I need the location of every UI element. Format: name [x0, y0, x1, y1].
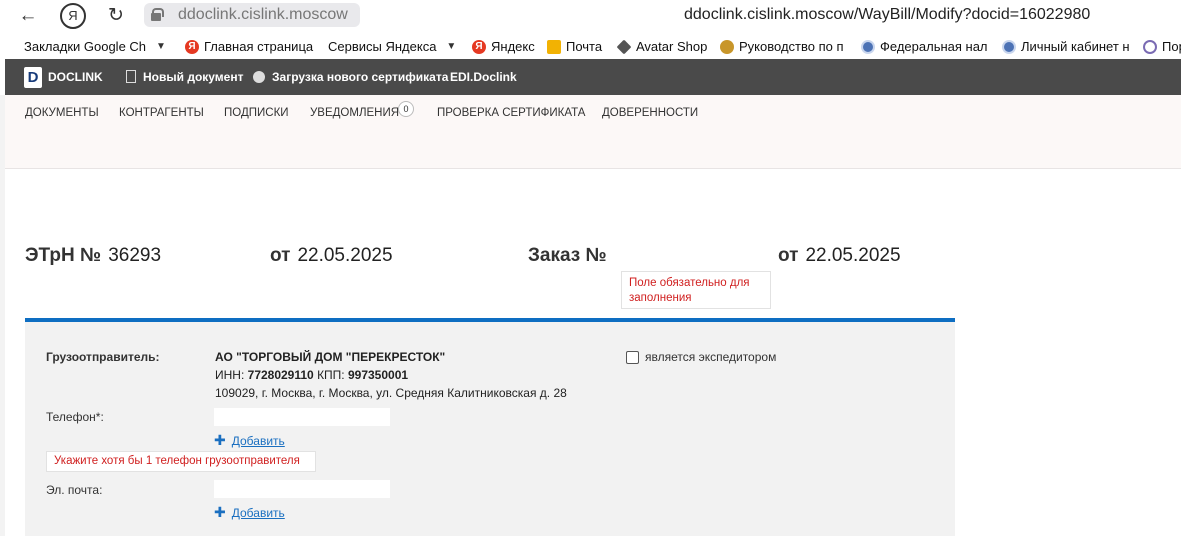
order-date[interactable]: 22.05.2025	[805, 245, 900, 266]
bookmark-main-page[interactable]: Я Главная страница	[185, 39, 313, 54]
phone-input[interactable]	[214, 408, 390, 426]
order-title: Заказ №	[528, 245, 614, 267]
order-required-error: Поле обязательно для заполнения	[621, 271, 771, 309]
kpp-label: КПП:	[317, 368, 345, 382]
brand-link[interactable]: DOCLINK	[48, 70, 103, 84]
bookmark-label: Руководство по п	[739, 39, 844, 54]
shipper-ids: ИНН: 7728029110 КПП: 997350001	[215, 368, 408, 382]
bookmark-label: Сервисы Яндекса	[328, 39, 437, 54]
kpp-value: 997350001	[347, 368, 409, 382]
bookmark-avatar-shop[interactable]: Avatar Shop	[616, 39, 708, 54]
bookmark-mail[interactable]: Почта	[547, 39, 602, 54]
order-from-label: от	[778, 245, 799, 266]
shipper-address: 109029, г. Москва, г. Москва, ул. Средня…	[215, 386, 567, 400]
email-input[interactable]	[214, 480, 390, 498]
bookmark-label: Личный кабинет н	[1021, 39, 1130, 54]
chevron-down-icon: ▼	[156, 41, 166, 52]
nav-subscriptions[interactable]: ПОДПИСКИ	[224, 107, 289, 119]
app-header: D DOCLINK Новый документ Загрузка нового…	[5, 59, 1181, 95]
new-document-label: Новый документ	[143, 70, 244, 84]
bookmark-label: Почта	[566, 39, 603, 54]
portal-icon	[1143, 39, 1157, 54]
url-domain: ddoclink.cislink.moscow	[178, 6, 348, 23]
upload-certificate-link[interactable]: Загрузка нового сертификата	[253, 70, 448, 84]
certificate-icon	[253, 71, 265, 83]
forwarder-label: является экспедитором	[645, 350, 777, 364]
shipper-name: АО "ТОРГОВЫЙ ДОМ "ПЕРЕКРЕСТОК"	[215, 350, 446, 364]
url-field[interactable]: ddoclink.cislink.moscow/WayBill/Modify?d…	[684, 6, 1090, 24]
reload-icon[interactable]: ↻	[104, 4, 128, 28]
nav-counterparties[interactable]: КОНТРАГЕНТЫ	[119, 107, 204, 119]
add-email-label: Добавить	[231, 506, 285, 520]
add-phone-link[interactable]: ✚ Добавить	[214, 432, 285, 449]
mail-icon	[547, 39, 561, 54]
shipper-panel: Грузоотправитель: АО "ТОРГОВЫЙ ДОМ "ПЕРЕ…	[25, 318, 955, 536]
gov-icon	[861, 39, 875, 54]
inn-label: ИНН:	[215, 368, 245, 382]
email-label: Эл. почта:	[46, 483, 103, 497]
back-arrow-icon[interactable]: ←	[16, 4, 40, 28]
doclink-logo[interactable]: D	[24, 67, 42, 88]
order-date-group: от 22.05.2025	[778, 245, 901, 267]
etrn-number: 36293	[108, 245, 162, 266]
bookmark-google-folder[interactable]: Закладки Google Ch ▼	[24, 39, 166, 54]
bookmark-label: Пор	[1162, 39, 1181, 54]
order-label: Заказ №	[528, 245, 607, 266]
bookmark-tax-service[interactable]: Федеральная нал	[861, 39, 988, 54]
nav-documents[interactable]: ДОКУМЕНТЫ	[25, 107, 99, 119]
edi-doclink-link[interactable]: EDI.Doclink	[450, 70, 517, 84]
bookmark-yandex-services[interactable]: Сервисы Яндекса ▼	[328, 39, 456, 54]
yandex-icon: Я	[185, 39, 199, 54]
yandex-icon: Я	[472, 39, 486, 54]
etrn-date-group: от 22.05.2025	[270, 245, 393, 267]
notifications-count-badge: 0	[398, 101, 414, 117]
bookmark-personal-account[interactable]: Личный кабинет н	[1002, 39, 1130, 54]
add-phone-label: Добавить	[231, 434, 285, 448]
phone-label: Телефон*:	[46, 410, 104, 424]
chevron-down-icon: ▼	[446, 41, 457, 52]
bookmark-label: Закладки Google Ch	[24, 39, 147, 54]
bookmark-portal[interactable]: Пор	[1143, 39, 1181, 54]
yandex-icon[interactable]: Я	[60, 3, 86, 29]
browser-address-bar: ← Я ↻ ddoclink.cislink.moscow ddoclink.c…	[0, 0, 1181, 32]
etrn-date[interactable]: 22.05.2025	[297, 245, 392, 266]
bookmark-label: Яндекс	[491, 39, 535, 54]
gear-icon	[720, 39, 734, 54]
avatar-icon	[616, 39, 632, 54]
shipper-label: Грузоотправитель:	[46, 350, 160, 364]
new-document-link[interactable]: Новый документ	[126, 70, 243, 84]
upload-certificate-label: Загрузка нового сертификата	[272, 70, 449, 84]
forwarder-checkbox[interactable]	[626, 351, 639, 364]
url-chip[interactable]: ddoclink.cislink.moscow	[144, 3, 360, 27]
nav-notifications[interactable]: УВЕДОМЛЕНИЯ	[310, 107, 399, 119]
phone-error-message: Укажите хотя бы 1 телефон грузоотправите…	[46, 451, 316, 472]
nav-certificate-check[interactable]: ПРОВЕРКА СЕРТИФИКАТА	[437, 107, 585, 119]
etrn-from-label: от	[270, 245, 291, 266]
plus-icon: ✚	[214, 432, 226, 448]
bookmark-guide[interactable]: Руководство по п	[720, 39, 844, 54]
etrn-label: ЭТрН №	[25, 245, 102, 266]
document-icon	[126, 70, 136, 83]
bookmark-label: Главная страница	[204, 39, 314, 54]
bookmark-yandex[interactable]: Я Яндекс	[472, 39, 535, 54]
plus-icon: ✚	[214, 504, 226, 520]
bookmarks-bar: Закладки Google Ch ▼ Я Главная страница …	[0, 33, 1181, 59]
bookmark-label: Федеральная нал	[880, 39, 988, 54]
lock-icon	[151, 8, 164, 21]
etrn-title: ЭТрН № 36293	[25, 245, 161, 267]
main-nav: ДОКУМЕНТЫ КОНТРАГЕНТЫ ПОДПИСКИ УВЕДОМЛЕН…	[5, 95, 1181, 169]
add-email-link[interactable]: ✚ Добавить	[214, 504, 285, 521]
nav-power-of-attorney[interactable]: ДОВЕРЕННОСТИ	[602, 107, 698, 119]
gov-icon	[1002, 39, 1016, 54]
bookmark-label: Avatar Shop	[636, 39, 708, 54]
inn-value: 7728029110	[247, 368, 314, 382]
